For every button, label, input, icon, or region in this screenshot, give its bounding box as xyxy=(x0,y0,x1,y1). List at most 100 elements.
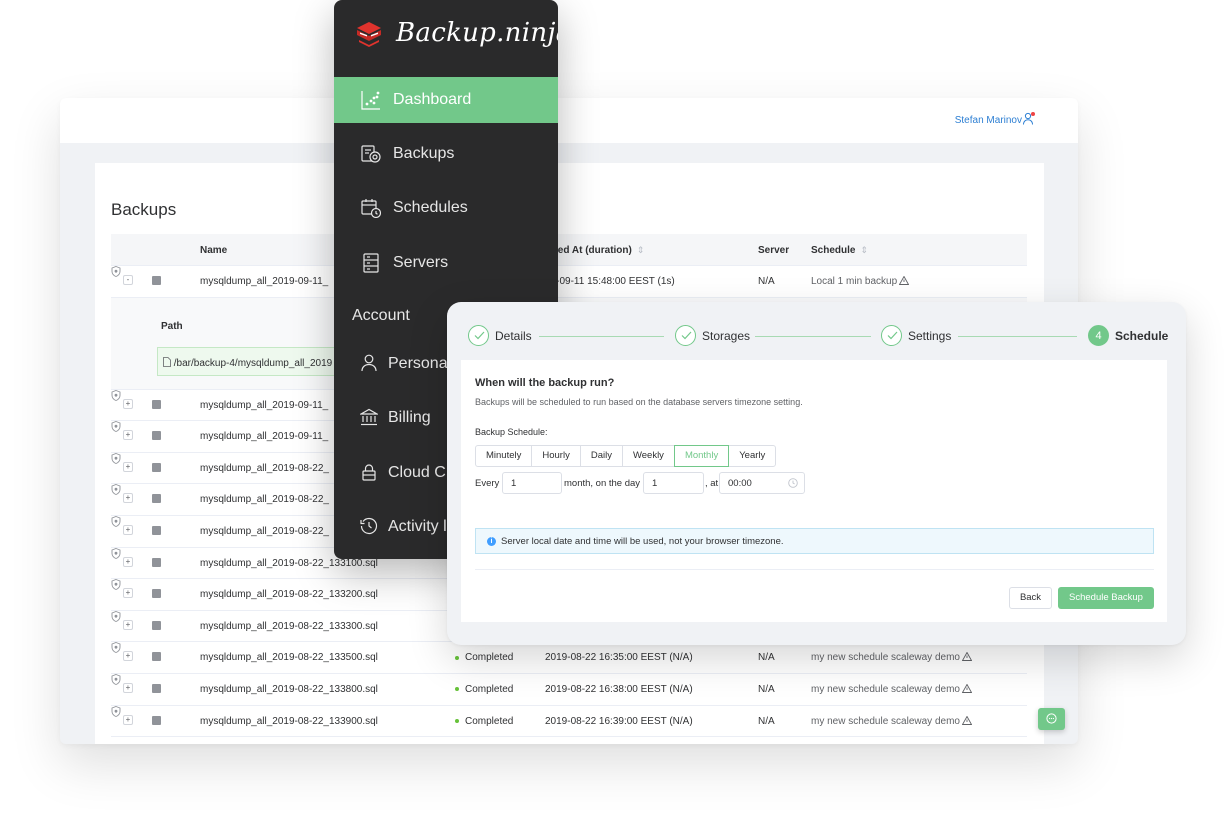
table-row[interactable]: - mysqldump_all_2019-09-11_ 19-09-11 15:… xyxy=(111,266,1027,298)
shield-icon[interactable] xyxy=(111,266,121,277)
sidebar-item-label: Persona xyxy=(388,355,448,372)
stop-icon[interactable] xyxy=(152,399,161,409)
shield-icon[interactable] xyxy=(111,547,121,559)
shield-icon[interactable] xyxy=(111,515,121,527)
expand-toggle[interactable]: + xyxy=(123,682,133,693)
shield-icon[interactable] xyxy=(111,642,121,654)
dashboard-icon xyxy=(361,91,380,110)
lock-icon xyxy=(362,464,376,481)
info-icon: i xyxy=(487,537,496,546)
expand-toggle[interactable]: + xyxy=(123,714,133,725)
shield-icon[interactable] xyxy=(111,673,121,685)
schedule-backup-button[interactable]: Schedule Backup xyxy=(1058,587,1154,609)
status-dot xyxy=(455,687,459,692)
every-input[interactable]: 1 xyxy=(502,472,562,494)
step-connector xyxy=(539,336,664,337)
table-row[interactable]: + mysqldump_all_2019-08-22_133800.sql Co… xyxy=(111,673,1027,706)
schedule-label: my new schedule scaleway demo xyxy=(811,715,960,727)
shield-icon[interactable] xyxy=(111,579,121,591)
stop-icon[interactable] xyxy=(152,557,161,567)
chat-icon xyxy=(1046,713,1057,724)
schedule[interactable]: Local 1 min backup xyxy=(811,276,910,287)
column-schedule-label: Schedule xyxy=(811,245,856,256)
schedule[interactable]: my new schedule scaleway demo xyxy=(811,683,972,695)
column-started-at[interactable]: arted At (duration) ⇕ xyxy=(545,245,644,256)
user-name-link[interactable]: Stefan Marinov xyxy=(955,115,1022,126)
expand-toggle[interactable]: + xyxy=(123,493,133,504)
shield-icon[interactable] xyxy=(111,610,121,622)
time-input[interactable]: 00:00 xyxy=(719,472,805,494)
sidebar-item-backups[interactable]: Backups xyxy=(334,131,558,177)
stop-icon[interactable] xyxy=(152,620,161,630)
sidebar-item-dashboard[interactable]: Dashboard xyxy=(334,77,558,123)
frequency-yearly[interactable]: Yearly xyxy=(728,445,777,467)
server: N/A xyxy=(758,276,775,287)
stop-icon[interactable] xyxy=(152,276,161,285)
backup-name: mysqldump_all_2019-09-11_ xyxy=(200,276,329,287)
status-text: Completed xyxy=(465,683,514,695)
table-header: Name arted At (duration) ⇕ Server Schedul… xyxy=(111,234,1027,266)
sidebar-item-label: Billing xyxy=(388,409,431,426)
ninja-logo-icon xyxy=(357,22,381,47)
column-schedule[interactable]: Schedule ⇕ xyxy=(811,245,868,256)
stop-icon[interactable] xyxy=(152,652,161,662)
collapse-toggle[interactable]: - xyxy=(123,275,133,285)
history-icon xyxy=(360,517,378,535)
file-icon xyxy=(163,356,171,367)
shield-icon[interactable] xyxy=(111,421,121,433)
frequency-hourly[interactable]: Hourly xyxy=(531,445,581,467)
expand-toggle[interactable]: + xyxy=(123,556,133,567)
path-value[interactable]: /bar/backup-4/mysqldump_all_2019 xyxy=(157,346,357,376)
expand-toggle[interactable]: + xyxy=(123,398,133,409)
server: N/A xyxy=(758,683,775,695)
schedule[interactable]: my new schedule scaleway demo xyxy=(811,715,972,727)
column-started-label: arted At (duration) xyxy=(545,245,632,256)
expand-toggle[interactable]: + xyxy=(123,524,133,535)
frequency-monthly[interactable]: Monthly xyxy=(673,445,730,467)
section-title: When will the backup run? xyxy=(475,377,615,389)
column-server[interactable]: Server xyxy=(758,245,789,256)
expand-toggle[interactable]: + xyxy=(123,588,133,599)
stop-icon[interactable] xyxy=(152,494,161,504)
column-name[interactable]: Name xyxy=(200,245,227,256)
expand-toggle[interactable]: + xyxy=(123,651,133,662)
expand-toggle[interactable]: + xyxy=(123,461,133,472)
expand-toggle[interactable]: + xyxy=(123,619,133,630)
stop-icon[interactable] xyxy=(152,683,161,693)
shield-icon[interactable] xyxy=(111,452,121,464)
sidebar-item-label: Activity l xyxy=(388,518,447,535)
chat-button[interactable] xyxy=(1038,708,1065,730)
shield-icon[interactable] xyxy=(111,705,121,717)
day-input[interactable]: 1 xyxy=(643,472,704,494)
step-label: Schedule xyxy=(1115,329,1169,343)
frequency-selector: Minutely Hourly Daily Weekly Monthly Yea… xyxy=(475,445,777,467)
backup-name: mysqldump_all_2019-08-22_133500.sql xyxy=(200,652,378,664)
frequency-weekly[interactable]: Weekly xyxy=(621,445,675,467)
sidebar-item-label: Dashboard xyxy=(393,91,472,108)
table-row[interactable]: + mysqldump_all_2019-08-22_133900.sql Co… xyxy=(111,705,1027,738)
frequency-daily[interactable]: Daily xyxy=(579,445,623,467)
table-row[interactable]: + mysqldump_all_2019-08-22_133500.sql Co… xyxy=(111,642,1027,674)
backup-name: mysqldump_all_2019-08-22_ xyxy=(200,462,329,474)
month-day-label: month, on the day xyxy=(564,478,641,489)
sort-icon[interactable]: ⇕ xyxy=(637,245,645,255)
stop-icon[interactable] xyxy=(152,462,161,472)
backup-schedule-label: Backup Schedule: xyxy=(475,427,548,437)
page-title: Backups xyxy=(111,200,177,219)
back-button[interactable]: Back xyxy=(1009,587,1052,609)
sort-icon[interactable]: ⇕ xyxy=(860,245,868,255)
sidebar-item-schedules[interactable]: Schedules xyxy=(334,185,558,231)
stop-icon[interactable] xyxy=(152,589,161,599)
shield-icon[interactable] xyxy=(111,484,121,496)
sidebar-item-servers[interactable]: Servers xyxy=(334,240,558,286)
shield-icon[interactable] xyxy=(111,389,121,401)
frequency-minutely[interactable]: Minutely xyxy=(475,445,533,467)
stop-icon[interactable] xyxy=(152,525,161,535)
expand-toggle[interactable]: + xyxy=(123,430,133,441)
stop-icon[interactable] xyxy=(152,715,161,725)
backup-name: mysqldump_all_2019-09-11_ xyxy=(200,431,329,443)
path-label: Path xyxy=(161,320,183,332)
check-icon xyxy=(681,331,692,340)
schedule[interactable]: my new schedule scaleway demo xyxy=(811,652,972,663)
stop-icon[interactable] xyxy=(152,431,161,441)
